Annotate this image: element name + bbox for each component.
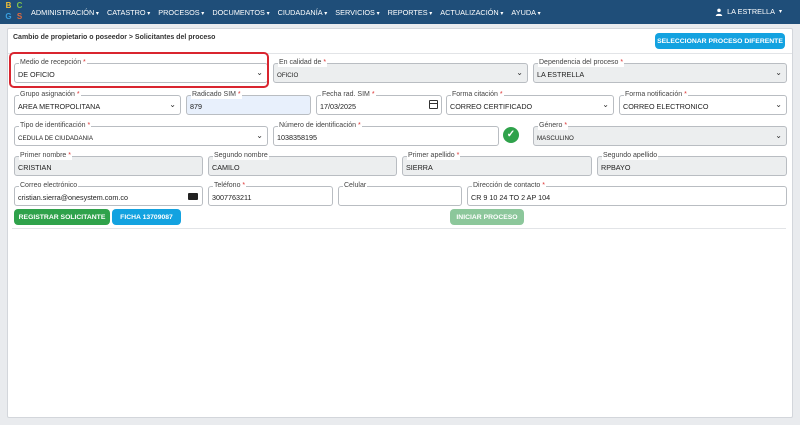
segundo-apellido-label: Segundo apellido	[603, 152, 658, 159]
calidad-select[interactable]: En calidad de * OFICIO ⌄	[273, 59, 528, 83]
telefono-input[interactable]: Teléfono * 3007763211	[208, 182, 333, 206]
chevron-down-icon: ⌄	[602, 100, 609, 109]
app-logo[interactable]: B C G S	[3, 1, 25, 23]
segundo-nombre-input[interactable]: Segundo nombre CAMILO	[208, 152, 397, 176]
chevron-down-icon: ⌄	[256, 131, 263, 140]
highlight-box	[9, 52, 269, 88]
primer-apellido-label: Primer apellido	[408, 152, 455, 159]
email-field[interactable]: Correo electrónico cristian.sierra@onesy…	[14, 182, 203, 206]
direccion-value: CR 9 10 24 TO 2 AP 104	[471, 193, 551, 202]
tipo-id-value: CEDULA DE CIUDADANIA	[18, 135, 93, 142]
calendar-icon[interactable]	[429, 100, 438, 109]
correo-value: cristian.sierra@onesystem.com.co	[18, 193, 128, 202]
nav-ciudadania[interactable]: CIUDADANÍA	[278, 8, 328, 17]
chevron-down-icon: ⌄	[775, 100, 782, 109]
divider	[12, 228, 786, 229]
notificacion-value: CORREO ELECTRONICO	[623, 102, 709, 111]
notificacion-label: Forma notificación	[625, 91, 683, 98]
chevron-down-icon: ⌄	[516, 68, 523, 77]
user-name: LA ESTRELLA	[727, 7, 775, 16]
envelope-icon[interactable]	[188, 193, 198, 200]
genero-value: MASCULINO	[537, 135, 574, 142]
primer-apellido-value: SIERRA	[406, 163, 433, 172]
start-process-button[interactable]: INICIAR PROCESO	[450, 209, 524, 225]
numero-id-value: 1038358195	[277, 133, 317, 142]
telefono-label: Teléfono	[214, 182, 241, 189]
user-menu[interactable]: LA ESTRELLA ▾	[715, 7, 782, 16]
forma-notificacion-select[interactable]: Forma notificación * CORREO ELECTRONICO …	[619, 91, 787, 115]
chevron-down-icon: ⌄	[775, 131, 782, 140]
citacion-value: CORREO CERTIFICADO	[450, 102, 533, 111]
direccion-label: Dirección de contacto	[473, 182, 541, 189]
grupo-asignacion-select[interactable]: Grupo asignación * AREA METROPOLITANA ⌄	[14, 91, 181, 115]
segundo-apellido-value: RPBAYO	[601, 163, 631, 172]
primer-apellido-input[interactable]: Primer apellido * SIERRA	[402, 152, 592, 176]
nav-reportes[interactable]: REPORTES	[388, 8, 433, 17]
user-icon	[715, 8, 723, 16]
ficha-button[interactable]: FICHA 13709087	[112, 209, 181, 225]
nav-ayuda[interactable]: AYUDA	[511, 8, 540, 17]
nav-servicios[interactable]: SERVICIOS	[335, 8, 379, 17]
citacion-label: Forma citación	[452, 91, 498, 98]
celular-input[interactable]: Celular	[338, 182, 462, 206]
tipo-identificacion-select[interactable]: Tipo de identificación * CEDULA DE CIUDA…	[14, 122, 268, 146]
chevron-down-icon: ⌄	[169, 100, 176, 109]
radicado-label: Radicado SIM	[192, 91, 236, 98]
dependencia-select[interactable]: Dependencia del proceso * LA ESTRELLA ⌄	[533, 59, 787, 83]
numero-id-label: Número de identificación	[279, 122, 357, 129]
top-navbar: B C G S ADMINISTRACIÓN CATASTRO PROCESOS…	[0, 0, 800, 24]
nav-procesos[interactable]: PROCESOS	[158, 8, 204, 17]
primer-nombre-label: Primer nombre	[20, 152, 67, 159]
breadcrumb: Cambio de propietario o poseedor > Solic…	[13, 34, 216, 41]
segundo-nombre-value: CAMILO	[212, 163, 240, 172]
check-icon: ✓	[503, 127, 519, 143]
chevron-down-icon: ▾	[778, 9, 782, 15]
genero-select[interactable]: Género * MASCULINO ⌄	[533, 122, 787, 146]
tipo-id-label: Tipo de identificación	[20, 122, 86, 129]
grupo-label: Grupo asignación	[20, 91, 75, 98]
correo-label: Correo electrónico	[20, 182, 78, 189]
fecha-value: 17/03/2025	[320, 102, 356, 111]
nav-catastro[interactable]: CATASTRO	[107, 8, 150, 17]
telefono-value: 3007763211	[212, 193, 252, 202]
fecha-rad-sim-input[interactable]: Fecha rad. SIM * 17/03/2025	[316, 91, 442, 115]
register-applicant-button[interactable]: REGISTRAR SOLICITANTE	[14, 209, 110, 225]
calidad-label: En calidad de	[279, 59, 322, 66]
fecha-label: Fecha rad. SIM	[322, 91, 370, 98]
nav-documentos[interactable]: DOCUMENTOS	[212, 8, 269, 17]
nav-actualizacion[interactable]: ACTUALIZACIÓN	[440, 8, 503, 17]
dependencia-label: Dependencia del proceso	[539, 59, 619, 66]
numero-identificacion-input[interactable]: Número de identificación * 1038358195	[273, 122, 499, 146]
celular-label: Celular	[344, 182, 367, 189]
main-menu: ADMINISTRACIÓN CATASTRO PROCESOS DOCUMEN…	[31, 8, 549, 17]
primer-nombre-input[interactable]: Primer nombre * CRISTIAN	[14, 152, 203, 176]
radicado-sim-input[interactable]: Radicado SIM * 879	[186, 91, 311, 115]
genero-label: Género	[539, 122, 563, 129]
segundo-nombre-label: Segundo nombre	[214, 152, 268, 159]
radicado-value: 879	[190, 102, 202, 111]
dependencia-value: LA ESTRELLA	[537, 70, 585, 79]
segundo-apellido-input[interactable]: Segundo apellido RPBAYO	[597, 152, 787, 176]
nav-administracion[interactable]: ADMINISTRACIÓN	[31, 8, 99, 17]
forma-citacion-select[interactable]: Forma citación * CORREO CERTIFICADO ⌄	[446, 91, 614, 115]
primer-nombre-value: CRISTIAN	[18, 163, 52, 172]
select-different-process-button[interactable]: SELECCIONAR PROCESO DIFERENTE	[655, 33, 785, 49]
direccion-input[interactable]: Dirección de contacto * CR 9 10 24 TO 2 …	[467, 182, 787, 206]
grupo-value: AREA METROPOLITANA	[18, 102, 101, 111]
calidad-value: OFICIO	[277, 72, 299, 79]
chevron-down-icon: ⌄	[775, 68, 782, 77]
